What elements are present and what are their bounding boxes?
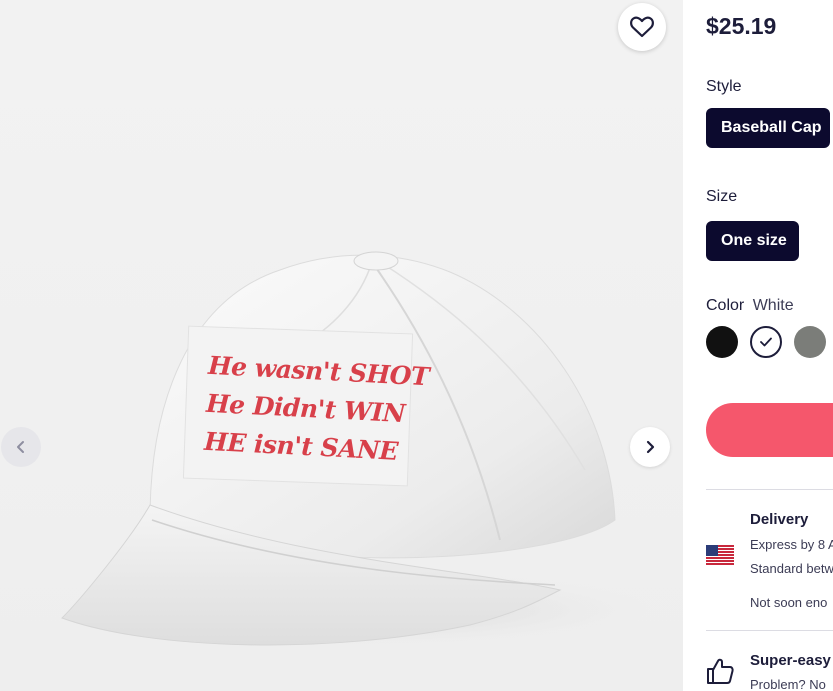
color-label-text: Color (706, 297, 745, 314)
color-swatch-black[interactable] (706, 326, 738, 358)
previous-image-button[interactable] (1, 427, 41, 467)
color-swatch-white[interactable] (750, 326, 782, 358)
product-image-gallery: He wasn't SHOT He Didn't WIN HE isn't SA… (0, 0, 683, 691)
cap-print-text: He wasn't SHOT He Didn't WIN HE isn't SA… (203, 347, 429, 471)
guarantee-text: Problem? No (750, 677, 826, 691)
thumbs-up-icon (707, 658, 734, 684)
add-to-favorites-button[interactable] (618, 3, 666, 51)
next-image-button[interactable] (630, 427, 670, 467)
delivery-express: Express by 8 A (750, 537, 833, 552)
size-label: Size (706, 188, 738, 205)
section-divider (706, 489, 833, 490)
heart-outline-icon (630, 16, 654, 38)
style-option-baseball-cap[interactable]: Baseball Cap (706, 108, 830, 148)
delivery-standard: Standard betw (750, 561, 833, 576)
size-option-one-size[interactable]: One size (706, 221, 799, 261)
guarantee-title: Super-easy (750, 652, 831, 669)
chevron-left-icon (17, 441, 24, 453)
style-label: Style (706, 78, 742, 95)
product-options-panel: $25.19 Style Baseball Cap Size One size … (683, 0, 833, 691)
chevron-right-icon (646, 440, 655, 454)
add-to-cart-button[interactable] (706, 403, 833, 457)
color-label: Color White (706, 297, 794, 315)
selected-color-name: White (752, 297, 794, 314)
product-image (40, 251, 680, 650)
section-divider (706, 630, 833, 631)
checkmark-icon (760, 337, 772, 347)
product-price: $25.19 (706, 13, 777, 39)
delivery-title: Delivery (750, 511, 809, 528)
color-swatch-gray[interactable] (794, 326, 826, 358)
us-flag-icon (706, 545, 734, 565)
delivery-note: Not soon eno (750, 595, 828, 610)
